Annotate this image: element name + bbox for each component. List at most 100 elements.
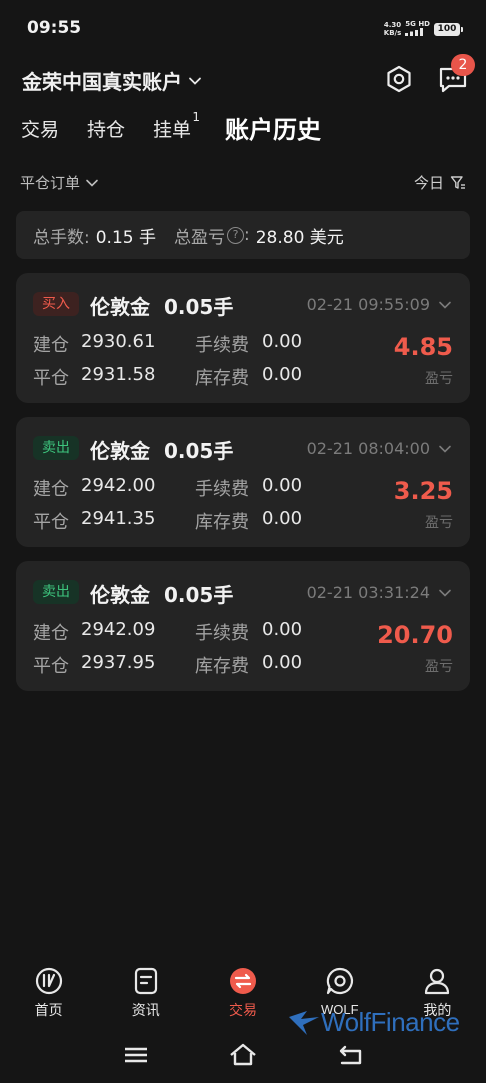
pending-count: 1 (192, 110, 201, 124)
tab-bar: 交易 持仓 挂单 1 账户历史 (21, 110, 349, 148)
summary-bar: 总手数: 0.15 手 总盈亏 ? : 28.80 美元 (16, 211, 470, 259)
tab-positions[interactable]: 持仓 (87, 112, 125, 148)
close-price: 2941.35 (81, 508, 156, 529)
side-badge-sell: 卖出 (33, 580, 79, 604)
close-label: 平仓 (33, 656, 69, 677)
tab-trade[interactable]: 交易 (21, 112, 59, 148)
fee-value: 0.00 (262, 619, 303, 640)
status-bar: 09:55 4.30 KB/s 5G HD 100 (0, 0, 486, 52)
open-row: 建仓 2942.09 手续费 0.00 (33, 619, 302, 645)
close-label: 平仓 (33, 368, 69, 389)
nav-home[interactable]: 首页 (0, 958, 97, 1032)
order-time: 02-21 08:04:00 (306, 439, 430, 458)
order-pnl: 20.70 (377, 621, 453, 649)
swap-label: 库存费 (195, 512, 249, 533)
order-card[interactable]: 买入 伦敦金 0.05手 02-21 09:55:09 建仓 2930.61 手… (16, 273, 470, 403)
open-row: 建仓 2930.61 手续费 0.00 (33, 331, 302, 357)
close-label: 平仓 (33, 512, 69, 533)
message-badge: 2 (451, 54, 475, 76)
total-lots-label: 总手数: (33, 227, 90, 248)
order-card[interactable]: 卖出 伦敦金 0.05手 02-21 03:31:24 建仓 2942.09 手… (16, 561, 470, 691)
total-pnl-value: 28.80 美元 (255, 227, 344, 248)
open-label: 建仓 (33, 335, 69, 356)
order-lots: 0.05手 (164, 583, 234, 607)
net-speed-value: 4.30 (383, 21, 402, 29)
swap-value: 0.00 (262, 364, 303, 385)
order-lots: 0.05手 (164, 439, 234, 463)
order-pnl-label: 盈亏 (425, 659, 453, 675)
order-pnl-label: 盈亏 (425, 371, 453, 387)
total-pnl-label: 总盈亏 (174, 227, 225, 248)
nav-trade[interactable]: 交易 (194, 958, 291, 1032)
tab-pending-label: 挂单 (153, 119, 192, 141)
order-title: 伦敦金 0.05手 (90, 579, 233, 608)
order-time-toggle[interactable]: 02-21 09:55:09 (307, 295, 452, 314)
account-selector[interactable]: 金荣中国真实账户 (22, 66, 202, 95)
system-nav-bar (0, 1032, 486, 1083)
order-title: 伦敦金 0.05手 (90, 291, 233, 320)
chevron-down-icon (439, 445, 451, 453)
chevron-down-icon (439, 301, 451, 309)
order-card[interactable]: 卖出 伦敦金 0.05手 02-21 08:04:00 建仓 2942.00 手… (16, 417, 470, 547)
order-time-toggle[interactable]: 02-21 03:31:24 (307, 583, 452, 602)
tab-account-history[interactable]: 账户历史 (225, 112, 321, 148)
open-label: 建仓 (33, 479, 69, 500)
order-time: 02-21 09:55:09 (306, 295, 430, 314)
swap-value: 0.00 (262, 652, 303, 673)
fee-value: 0.00 (262, 331, 303, 352)
status-time: 09:55 (27, 18, 82, 38)
chat-icon (326, 967, 354, 995)
home-icon (35, 967, 62, 995)
order-lots: 0.05手 (164, 295, 234, 319)
account-title: 金荣中国真实账户 (22, 70, 182, 94)
help-icon[interactable]: ? (227, 226, 244, 244)
nav-trade-label: 交易 (228, 1003, 257, 1019)
close-row: 平仓 2931.58 库存费 0.00 (33, 364, 302, 390)
nav-home-label: 首页 (34, 1003, 63, 1019)
open-price: 2942.09 (81, 619, 156, 640)
order-type-filter[interactable]: 平仓订单 (20, 172, 99, 193)
net-speed: 4.30 KB/s (384, 21, 401, 37)
home-button-icon[interactable] (228, 1042, 258, 1068)
total-pnl-colon: : (244, 225, 250, 245)
order-title: 伦敦金 0.05手 (90, 435, 233, 464)
swap-label: 库存费 (195, 656, 249, 677)
status-indicators: 4.30 KB/s 5G HD 100 (384, 20, 463, 38)
nav-news-label: 资讯 (131, 1003, 160, 1019)
order-time-toggle[interactable]: 02-21 08:04:00 (307, 439, 452, 458)
nav-news[interactable]: 资讯 (97, 958, 194, 1032)
fee-value: 0.00 (262, 475, 303, 496)
chevron-down-icon (86, 179, 98, 187)
signal-bars-icon (405, 28, 424, 36)
network-label: 5G HD (405, 20, 430, 28)
close-row: 平仓 2937.95 库存费 0.00 (33, 652, 302, 678)
order-pnl-label: 盈亏 (425, 515, 453, 531)
chevron-down-icon (189, 77, 201, 85)
order-type-label: 平仓订单 (20, 174, 81, 192)
date-filter[interactable]: 今日 (414, 172, 466, 193)
open-row: 建仓 2942.00 手续费 0.00 (33, 475, 302, 501)
filter-icon (450, 175, 465, 189)
menu-icon[interactable] (121, 1042, 151, 1068)
profile-icon (425, 968, 450, 995)
close-row: 平仓 2941.35 库存费 0.00 (33, 508, 302, 534)
news-icon (134, 967, 157, 995)
close-price: 2937.95 (81, 652, 156, 673)
order-time: 02-21 03:31:24 (306, 583, 430, 602)
side-badge-buy: 买入 (33, 292, 79, 316)
battery-icon: 100 (434, 22, 463, 36)
total-lots-value: 0.15 手 (95, 227, 156, 248)
open-price: 2942.00 (81, 475, 156, 496)
order-pnl: 4.85 (393, 333, 453, 361)
tab-pending-orders[interactable]: 挂单 1 (153, 110, 200, 148)
back-icon[interactable] (336, 1042, 366, 1068)
settings-hexagon-icon[interactable] (384, 64, 414, 94)
swap-label: 库存费 (195, 368, 249, 389)
order-symbol: 伦敦金 (90, 583, 150, 607)
fee-label: 手续费 (195, 479, 249, 500)
date-filter-label: 今日 (413, 174, 444, 192)
open-label: 建仓 (33, 623, 69, 644)
swap-value: 0.00 (262, 508, 303, 529)
order-symbol: 伦敦金 (90, 295, 150, 319)
trade-icon (229, 968, 256, 994)
